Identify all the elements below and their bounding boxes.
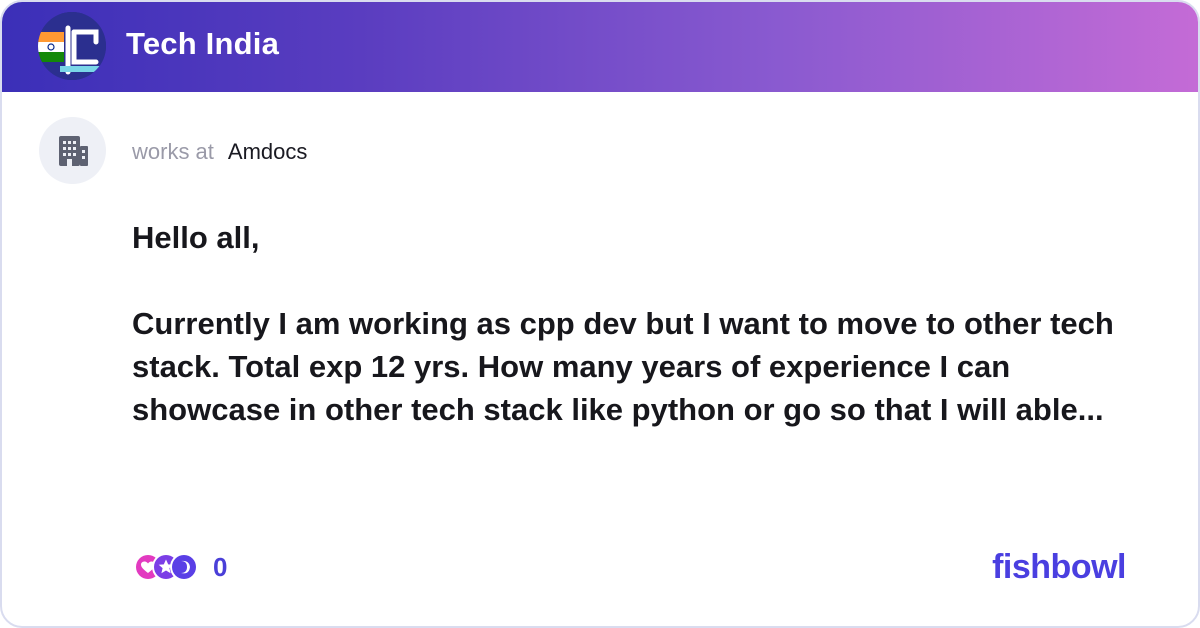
post-text: Currently I am working as cpp dev but I … — [132, 306, 1114, 427]
post-greeting: Hello all, — [132, 220, 260, 255]
community-title[interactable]: Tech India — [126, 26, 279, 62]
reaction-count[interactable]: 0 — [213, 552, 227, 583]
fishbowl-logo[interactable]: fishbowl — [992, 548, 1126, 587]
office-building-icon — [39, 117, 106, 184]
reaction-icons[interactable] — [133, 552, 199, 582]
post-body[interactable]: Hello all, Currently I am working as cpp… — [132, 216, 1162, 431]
reactions-bar[interactable]: 0 — [133, 551, 227, 583]
india-flag-code-bowl-icon[interactable] — [38, 12, 106, 80]
community-header[interactable]: Tech India — [2, 2, 1198, 92]
company-name[interactable]: Amdocs — [228, 139, 307, 165]
author-meta: works at Amdocs — [132, 139, 307, 165]
clap-reaction-icon — [170, 553, 198, 581]
works-at-label: works at — [132, 139, 214, 164]
post-card[interactable]: Tech India works at Amdocs Hello all, Cu… — [0, 0, 1200, 628]
